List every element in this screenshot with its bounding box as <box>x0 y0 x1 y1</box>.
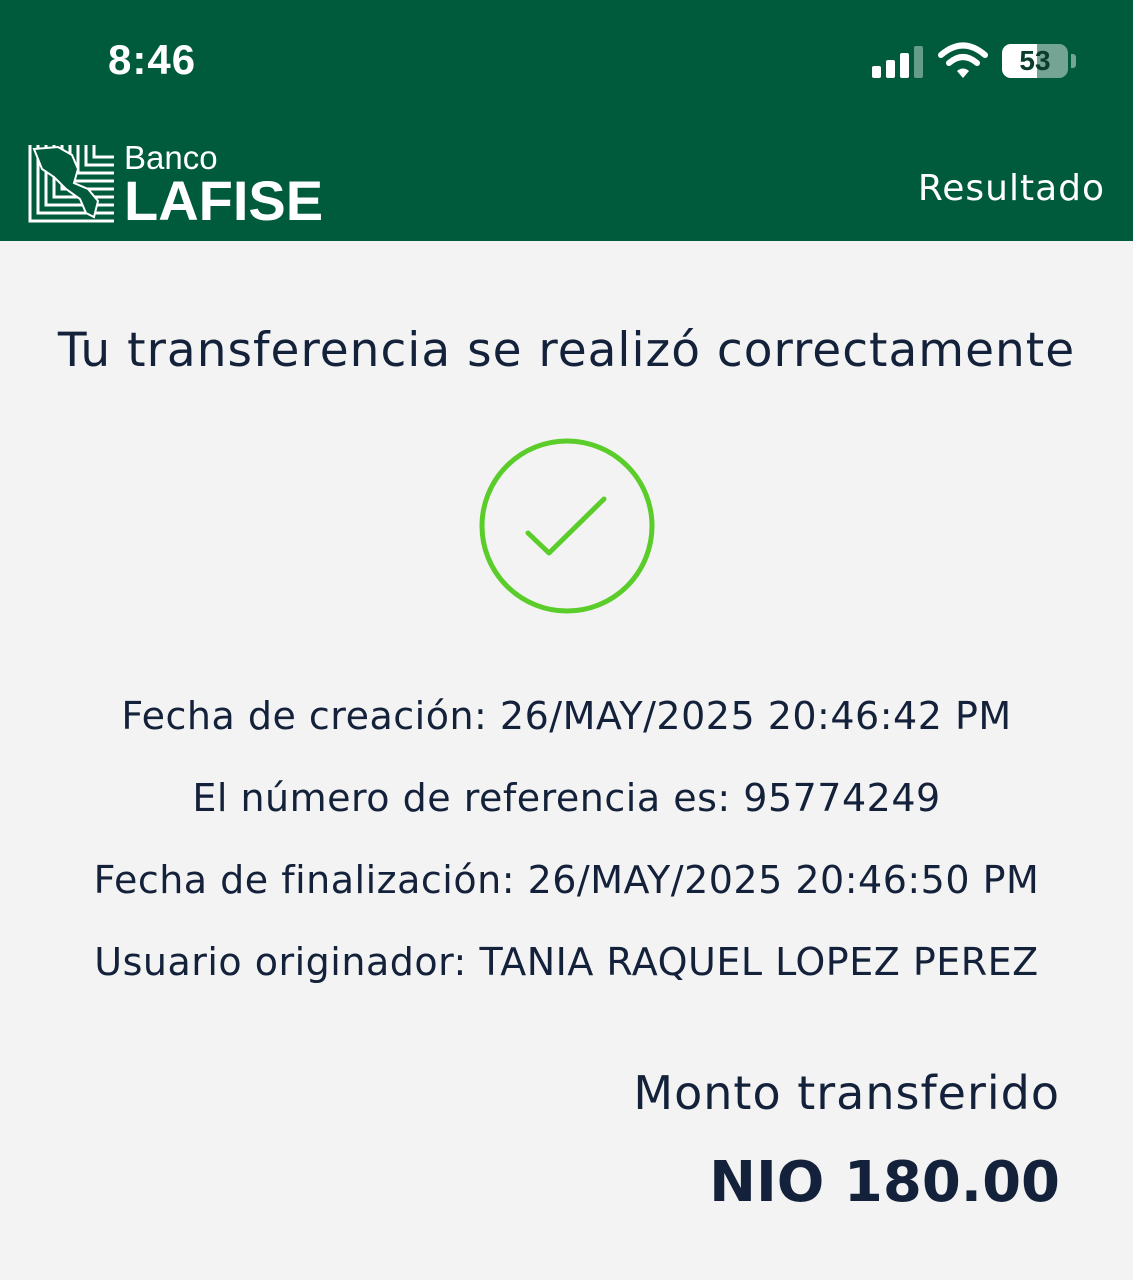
app-header: 8:46 53 Banco LAFISE Resultado <box>0 0 1133 241</box>
amount-label: Monto transferido <box>633 1066 1060 1120</box>
cellular-signal-icon <box>872 46 924 78</box>
battery-icon: 53 <box>1002 44 1068 78</box>
check-circle-icon <box>479 438 655 614</box>
reference-number: El número de referencia es: 95774249 <box>192 776 941 820</box>
creation-date: Fecha de creación: 26/MAY/2025 20:46:42 … <box>121 694 1012 738</box>
brand-logo: Banco LAFISE <box>124 140 324 232</box>
lafise-logo-icon <box>28 145 114 223</box>
brand-name-text: LAFISE <box>124 169 324 232</box>
battery-cap <box>1071 54 1076 68</box>
completion-date: Fecha de finalización: 26/MAY/2025 20:46… <box>93 858 1040 902</box>
success-message: Tu transferencia se realizó correctament… <box>57 323 1076 378</box>
amount-value: NIO 180.00 <box>709 1150 1060 1215</box>
status-time: 8:46 <box>108 36 197 83</box>
originator-user: Usuario originador: TANIA RAQUEL LOPEZ P… <box>94 940 1039 984</box>
wifi-icon <box>938 42 988 78</box>
transfer-details: Fecha de creación: 26/MAY/2025 20:46:42 … <box>0 690 1133 1018</box>
screen-title: Resultado <box>917 168 1105 209</box>
battery-percentage: 53 <box>1019 45 1051 76</box>
